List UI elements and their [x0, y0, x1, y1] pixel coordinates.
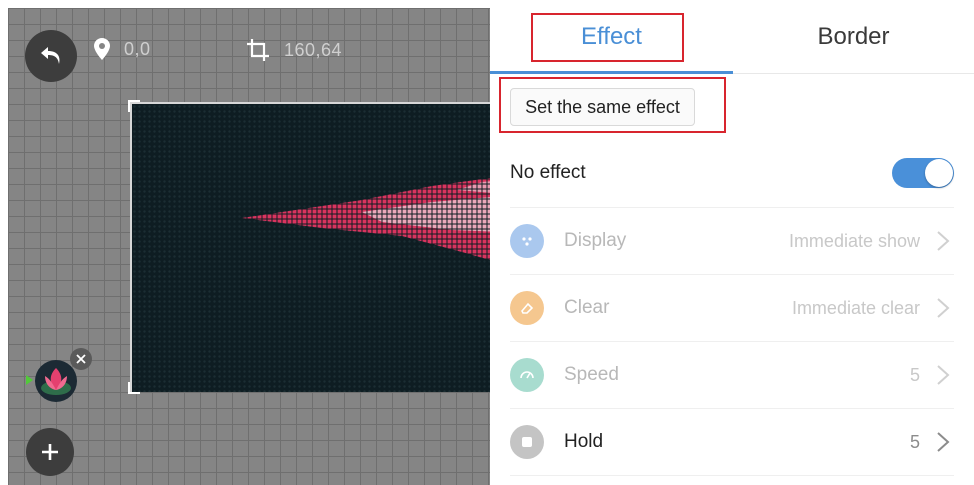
display-icon [510, 224, 544, 258]
size-readout: 160,64 [246, 38, 342, 62]
chevron-right-icon [937, 432, 950, 452]
no-effect-toggle[interactable] [892, 158, 954, 188]
crop-icon [247, 39, 269, 61]
effect-settings-panel: Effect Border Set the same effect No eff… [490, 0, 974, 485]
remove-clip-button[interactable] [70, 348, 92, 370]
setting-label: Display [564, 230, 627, 251]
undo-button[interactable] [25, 30, 77, 82]
position-value: 0,0 [124, 38, 151, 59]
location-pin-icon [94, 38, 110, 60]
led-graphic [242, 177, 490, 260]
no-effect-row: No effect [510, 140, 960, 206]
setting-value: 5 [909, 364, 920, 385]
add-clip-button[interactable] [26, 428, 74, 476]
close-icon [76, 354, 86, 364]
chevron-right-icon [937, 298, 950, 318]
undo-icon [41, 47, 60, 64]
setting-label: Speed [564, 364, 619, 385]
playing-indicator-icon [26, 375, 33, 385]
toggle-knob [925, 159, 953, 187]
annotation-highlight-effect-tab [531, 13, 684, 62]
setting-value: Immediate show [788, 230, 920, 251]
plus-icon [42, 444, 58, 460]
position-readout: 0,0 [94, 38, 151, 60]
lotus-thumbnail-image[interactable] [35, 360, 77, 402]
chevron-right-icon [937, 365, 950, 385]
selection-corner-top-left[interactable] [128, 100, 140, 112]
setting-row-hold[interactable]: Hold 5 [510, 409, 960, 475]
clear-icon [510, 291, 544, 325]
hold-icon [510, 425, 544, 459]
chevron-right-icon [937, 231, 950, 251]
setting-row-speed[interactable]: Speed 5 [510, 342, 960, 408]
led-preview[interactable] [130, 102, 490, 392]
no-effect-label: No effect [510, 162, 586, 183]
divider [510, 475, 954, 476]
canvas-toolbar: 0,0 160,64 [8, 8, 490, 88]
setting-label: Clear [564, 297, 610, 318]
editor-canvas[interactable]: 0,0 160,64 [8, 8, 490, 485]
setting-row-clear[interactable]: Clear Immediate clear [510, 275, 960, 341]
setting-value: 5 [909, 431, 920, 452]
selection-corner-bottom-left[interactable] [128, 382, 140, 394]
speed-icon [510, 358, 544, 392]
setting-value: Immediate clear [791, 297, 920, 318]
setting-row-display[interactable]: Display Immediate show [510, 208, 960, 274]
setting-label: Hold [564, 431, 604, 452]
clip-thumbnail[interactable] [26, 348, 92, 408]
tab-border[interactable]: Border [733, 0, 974, 74]
active-tab-indicator [490, 71, 733, 74]
size-value: 160,64 [284, 39, 343, 60]
annotation-highlight-same-effect [499, 77, 726, 133]
